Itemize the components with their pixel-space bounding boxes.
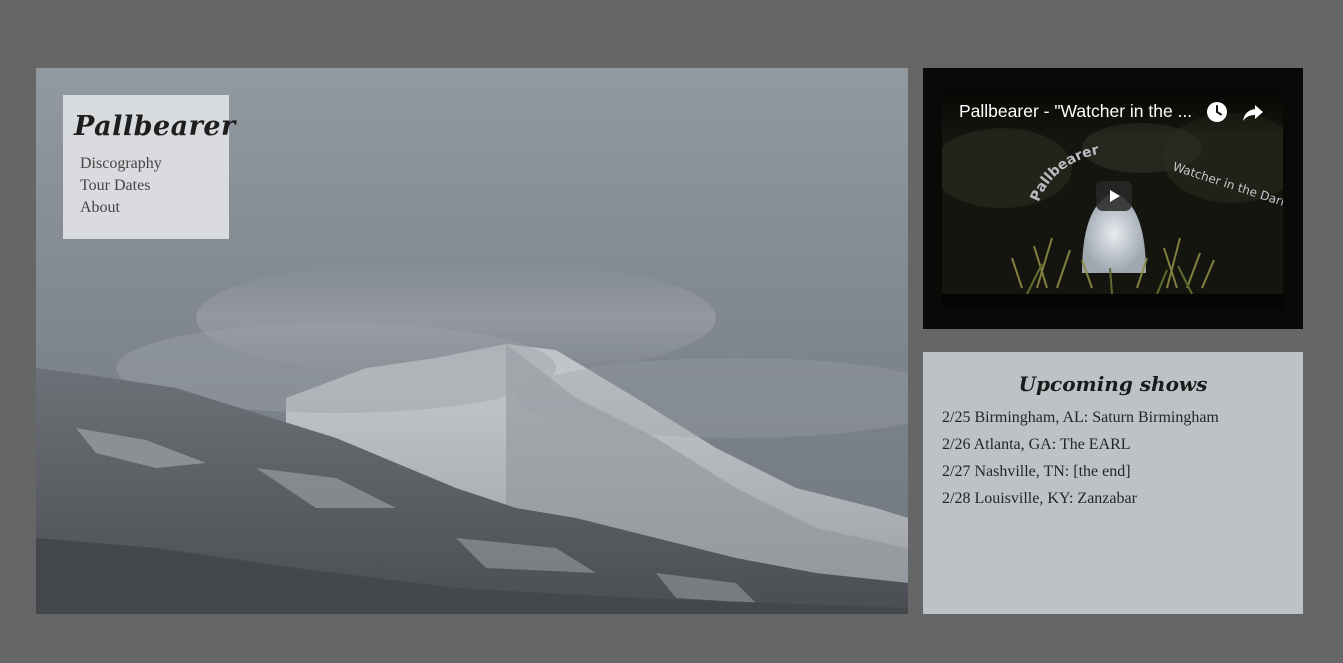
site-nav-box: Pallbearer Discography Tour Dates About [63, 95, 235, 239]
main-nav: Discography Tour Dates About [80, 153, 229, 219]
site-title[interactable]: Pallbearer [74, 109, 235, 145]
upcoming-shows-panel: Upcoming shows 2/25 Birmingham, AL: Satu… [923, 352, 1303, 614]
watch-later-icon[interactable] [1205, 100, 1229, 124]
play-icon[interactable] [1096, 181, 1132, 211]
nav-item-discography[interactable]: Discography [80, 153, 229, 175]
show-item: 2/28 Louisville, KY: Zanzabar [942, 490, 1137, 507]
show-list: 2/25 Birmingham, AL: Saturn Birmingham 2… [942, 404, 1284, 512]
video-player[interactable]: Pallbearer Watcher in the Dark Pallbeare… [942, 88, 1283, 309]
hero-image: Pallbearer Discography Tour Dates About [36, 68, 908, 614]
show-item: 2/27 Nashville, TN: [the end] [942, 463, 1131, 480]
share-icon[interactable] [1241, 100, 1265, 124]
nav-item-tour-dates[interactable]: Tour Dates [80, 175, 229, 197]
show-item: 2/26 Atlanta, GA: The EARL [942, 436, 1131, 453]
shows-heading: Upcoming shows [1018, 372, 1208, 396]
video-controls-bar [942, 294, 1283, 309]
video-title[interactable]: Pallbearer - "Watcher in the ... [959, 101, 1192, 122]
nav-item-about[interactable]: About [80, 197, 229, 219]
show-item: 2/25 Birmingham, AL: Saturn Birmingham [942, 409, 1219, 426]
video-panel: Pallbearer Watcher in the Dark Pallbeare… [923, 68, 1303, 329]
